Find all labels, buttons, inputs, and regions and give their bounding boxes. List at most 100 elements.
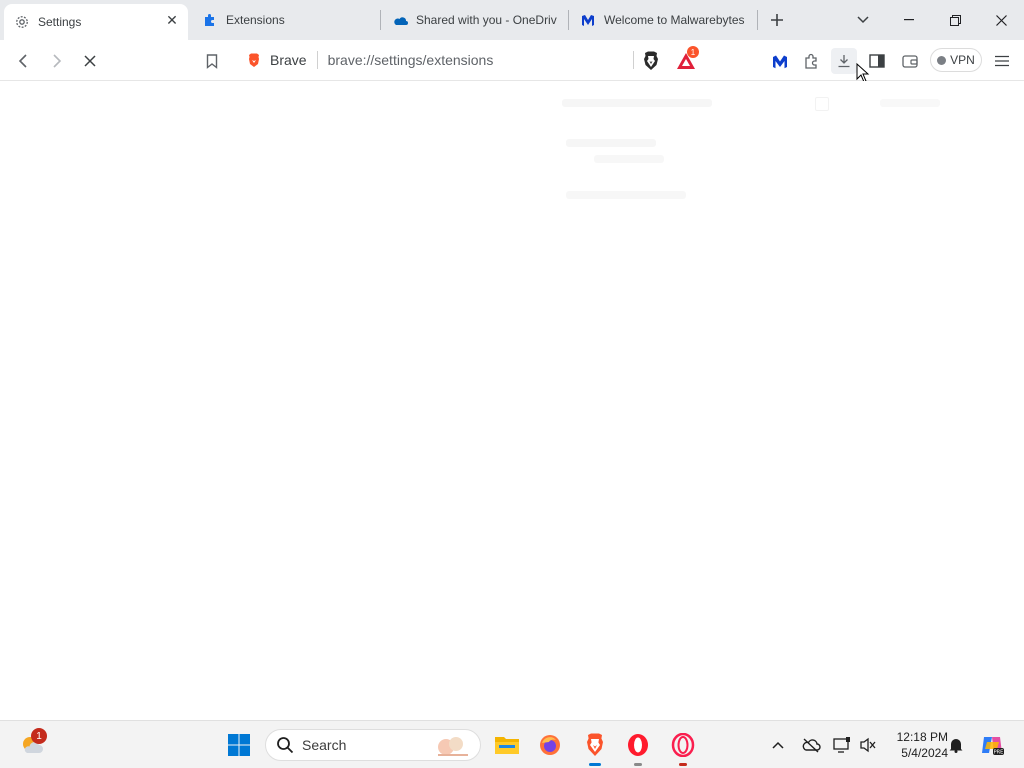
ghost-row bbox=[566, 191, 686, 199]
malwarebytes-extension-button[interactable] bbox=[767, 48, 793, 74]
tab-search-button[interactable] bbox=[851, 8, 875, 32]
hamburger-icon bbox=[995, 55, 1009, 67]
show-hidden-icons-button[interactable] bbox=[763, 729, 793, 761]
minimize-button[interactable] bbox=[886, 0, 932, 40]
network-tray-button[interactable] bbox=[828, 729, 856, 761]
tab-title: Welcome to Malwarebytes bbox=[604, 13, 745, 27]
weather-widget[interactable]: 1 bbox=[16, 728, 48, 761]
bookmark-icon bbox=[206, 53, 218, 69]
chevron-up-icon bbox=[772, 741, 784, 749]
firefox-button[interactable] bbox=[534, 729, 566, 761]
gear-icon bbox=[14, 14, 30, 30]
address-bar[interactable]: Brave brave://settings/extensions bbox=[238, 46, 662, 74]
running-indicator bbox=[634, 763, 642, 766]
extensions-button[interactable] bbox=[799, 48, 825, 74]
tab-strip: Settings ✕ Extensions Shared with you - … bbox=[0, 0, 1024, 40]
display-network-icon bbox=[833, 737, 850, 753]
vpn-label: VPN bbox=[950, 53, 975, 67]
bell-icon bbox=[949, 739, 963, 753]
speaker-muted-icon bbox=[860, 737, 876, 753]
shield-icon bbox=[644, 51, 658, 70]
puzzle-icon bbox=[805, 53, 817, 69]
start-button[interactable] bbox=[223, 729, 255, 761]
windows-taskbar: 1 Search 12:18 PM 5/4/2024 PRE bbox=[0, 720, 1024, 768]
arrow-left-icon bbox=[18, 54, 27, 68]
tab-title: Settings bbox=[38, 15, 82, 29]
main-menu-button[interactable] bbox=[989, 48, 1015, 74]
url-separator bbox=[316, 51, 318, 69]
downloads-button[interactable] bbox=[831, 48, 857, 74]
ghost-row bbox=[880, 99, 940, 107]
cloud-off-icon bbox=[802, 738, 821, 753]
onedrive-tray-button[interactable] bbox=[796, 729, 826, 761]
restore-icon bbox=[949, 14, 961, 26]
opera-icon bbox=[628, 734, 648, 756]
arrow-right-icon bbox=[53, 54, 62, 68]
close-tab-icon[interactable]: ✕ bbox=[164, 12, 180, 28]
folder-icon bbox=[495, 737, 519, 754]
tab-title: Extensions bbox=[226, 13, 285, 27]
file-explorer-button[interactable] bbox=[491, 729, 523, 761]
minimize-icon bbox=[904, 19, 914, 21]
clock-date: 5/4/2024 bbox=[901, 746, 948, 760]
close-window-button[interactable] bbox=[978, 0, 1024, 40]
ghost-row bbox=[594, 155, 664, 163]
tab-title: Shared with you - OneDriv bbox=[416, 13, 557, 27]
opera-gx-icon bbox=[671, 733, 695, 757]
running-indicator bbox=[679, 763, 687, 766]
tab-separator bbox=[568, 10, 569, 30]
tab-malwarebytes[interactable]: Welcome to Malwarebytes bbox=[570, 4, 756, 36]
plus-icon bbox=[771, 14, 783, 26]
notification-badge: 1 bbox=[31, 728, 47, 744]
wallet-icon bbox=[902, 55, 918, 68]
stop-icon bbox=[84, 55, 96, 67]
taskbar-search[interactable]: Search bbox=[265, 729, 481, 761]
tab-extensions[interactable]: Extensions bbox=[192, 4, 378, 36]
windows-icon bbox=[228, 734, 250, 756]
vpn-button[interactable]: VPN bbox=[930, 48, 982, 72]
malwarebytes-icon bbox=[580, 12, 596, 28]
url-text[interactable]: brave://settings/extensions bbox=[328, 52, 494, 68]
opera-button[interactable] bbox=[622, 729, 654, 761]
firefox-icon bbox=[540, 735, 560, 755]
ghost-row bbox=[566, 139, 656, 147]
stop-loading-button[interactable] bbox=[77, 48, 103, 74]
page-content bbox=[0, 81, 1024, 720]
tab-onedrive[interactable]: Shared with you - OneDriv bbox=[382, 4, 568, 36]
volume-tray-button[interactable] bbox=[854, 729, 882, 761]
notifications-button[interactable] bbox=[942, 729, 970, 761]
ghost-checkbox bbox=[815, 97, 829, 111]
tab-separator bbox=[757, 10, 758, 30]
onedrive-icon bbox=[392, 12, 408, 28]
vpn-status-dot bbox=[937, 55, 947, 65]
search-highlight-icon bbox=[438, 737, 468, 756]
back-button[interactable] bbox=[10, 48, 36, 74]
search-placeholder: Search bbox=[302, 737, 347, 753]
omnibox-separator bbox=[633, 51, 634, 69]
bookmark-button[interactable] bbox=[199, 48, 225, 74]
download-icon bbox=[838, 55, 850, 68]
clock[interactable]: 12:18 PM 5/4/2024 bbox=[884, 729, 948, 761]
sidebar-icon bbox=[869, 54, 885, 68]
brave-rewards-button[interactable]: 1 bbox=[673, 46, 699, 74]
wallet-button[interactable] bbox=[897, 48, 923, 74]
puzzle-icon bbox=[202, 12, 218, 28]
brave-browser-button[interactable] bbox=[579, 729, 611, 761]
browser-toolbar: Brave brave://settings/extensions 1 bbox=[0, 40, 1024, 81]
rewards-badge: 1 bbox=[687, 46, 699, 58]
mouse-cursor-icon bbox=[856, 63, 870, 83]
search-icon bbox=[277, 737, 294, 754]
forward-button[interactable] bbox=[44, 48, 70, 74]
brave-shields-button[interactable] bbox=[638, 48, 664, 74]
brave-lion-icon bbox=[249, 53, 259, 67]
malwarebytes-icon bbox=[773, 55, 787, 69]
site-chip[interactable]: Brave bbox=[270, 52, 307, 68]
chevron-down-icon bbox=[857, 16, 869, 24]
tab-settings[interactable]: Settings ✕ bbox=[4, 4, 188, 40]
opera-gx-button[interactable] bbox=[667, 729, 699, 761]
copilot-button[interactable]: PRE bbox=[976, 729, 1008, 761]
brave-icon bbox=[587, 733, 603, 756]
tab-separator bbox=[380, 10, 381, 30]
new-tab-button[interactable] bbox=[765, 8, 789, 32]
restore-button[interactable] bbox=[932, 0, 978, 40]
